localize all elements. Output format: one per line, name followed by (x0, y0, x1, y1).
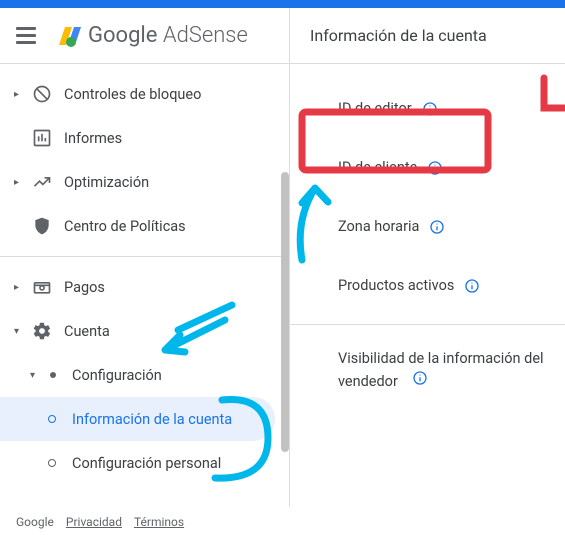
sidebar-item-reports[interactable]: Informes (0, 116, 289, 160)
info-icon[interactable] (464, 278, 480, 294)
footer-brand: Google (16, 515, 54, 529)
main-content: ID de editor ID de cliente Zona horaria … (290, 64, 565, 507)
payments-icon (32, 277, 52, 297)
info-icon[interactable] (427, 160, 443, 176)
sidebar-item-label: Controles de bloqueo (64, 86, 201, 103)
adsense-logo-icon (56, 24, 84, 48)
sidebar-item-blocking-controls[interactable]: ▸ Controles de bloqueo (0, 72, 289, 116)
logo-text: Google AdSense (88, 23, 248, 48)
sidebar-item-label: Optimización (64, 174, 149, 191)
info-icon[interactable] (422, 101, 438, 117)
sidebar-item-label: Configuración (72, 367, 162, 384)
field-label: Productos activos (338, 277, 454, 294)
reports-icon (32, 128, 52, 148)
sidebar-item-configuration[interactable]: ▾ Configuración (0, 353, 289, 397)
block-icon (32, 84, 52, 104)
footer-terms-link[interactable]: Términos (134, 515, 184, 529)
sidebar-item-policy-center[interactable]: Centro de Políticas (0, 204, 289, 248)
chevron-right-icon: ▸ (14, 282, 26, 293)
circle-icon (48, 415, 56, 423)
sidebar-item-label: Información de la cuenta (72, 411, 232, 428)
chevron-right-icon: ▸ (14, 177, 26, 188)
page-title: Información de la cuenta (310, 26, 487, 45)
sidebar-item-account[interactable]: ▾ Cuenta (0, 309, 289, 353)
field-timezone: Zona horaria (338, 218, 565, 235)
field-label: Visibilidad de la información del vended… (338, 350, 544, 390)
footer-links: Google Privacidad Términos (16, 515, 184, 529)
sidebar-item-label: Informes (64, 130, 122, 147)
sidebar-item-payments[interactable]: ▸ Pagos (0, 265, 289, 309)
sidebar-item-label: Pagos (64, 279, 105, 296)
footer-privacy-link[interactable]: Privacidad (66, 515, 122, 529)
sidebar-item-account-info[interactable]: Información de la cuenta (0, 397, 275, 441)
gear-icon (32, 321, 52, 341)
field-label: ID de editor (338, 100, 412, 117)
scrollbar-thumb[interactable] (281, 172, 289, 452)
chevron-right-icon: ▸ (14, 89, 26, 100)
sidebar-item-label: Cuenta (64, 323, 110, 340)
field-active-products: Productos activos (338, 277, 565, 294)
sidebar-nav: ▸ Controles de bloqueo Informes ▸ Optimi… (0, 64, 290, 507)
hamburger-menu-icon[interactable] (16, 24, 40, 48)
field-client-id: ID de cliente (338, 159, 565, 176)
chevron-down-icon: ▾ (30, 370, 42, 381)
circle-icon (48, 459, 56, 467)
field-label: Zona horaria (338, 218, 419, 235)
info-icon[interactable] (429, 219, 445, 235)
chevron-down-icon: ▾ (14, 326, 26, 337)
field-label: ID de cliente (338, 159, 417, 176)
sidebar-item-personal-config[interactable]: Configuración personal (0, 441, 289, 485)
sidebar-item-label: Configuración personal (72, 455, 221, 472)
shield-icon (32, 216, 52, 236)
dot-icon (50, 372, 56, 378)
adsense-logo[interactable]: Google AdSense (56, 23, 248, 48)
app-header: Google AdSense Información de la cuenta (0, 8, 565, 64)
field-seller-visibility: Visibilidad de la información del vended… (338, 347, 565, 393)
info-icon[interactable] (412, 370, 428, 386)
field-publisher-id: ID de editor (338, 100, 565, 117)
optimization-icon (32, 172, 52, 192)
sidebar-item-optimization[interactable]: ▸ Optimización (0, 160, 289, 204)
sidebar-item-label: Centro de Políticas (64, 218, 186, 235)
